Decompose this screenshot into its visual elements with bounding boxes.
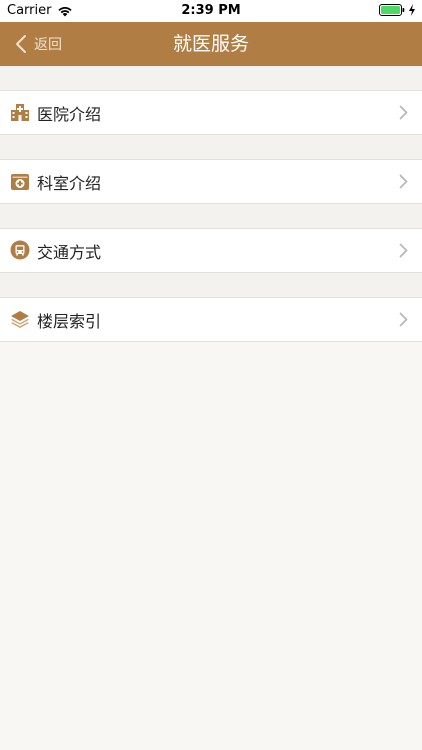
hospital-icon xyxy=(11,104,29,121)
menu-item-hospital-intro[interactable]: 医院介绍 xyxy=(0,90,422,135)
section-divider xyxy=(0,135,422,159)
chevron-right-icon xyxy=(399,174,408,189)
menu-item-label: 楼层索引 xyxy=(37,311,102,331)
layers-icon xyxy=(11,311,29,328)
section-divider xyxy=(0,66,422,90)
bus-icon xyxy=(10,240,30,260)
menu-item-floor-index[interactable]: 楼层索引 xyxy=(0,297,422,342)
menu-item-label: 医院介绍 xyxy=(37,104,102,124)
menu-item-label: 科室介绍 xyxy=(37,173,102,193)
chevron-right-icon xyxy=(399,312,408,327)
chevron-right-icon xyxy=(399,105,408,120)
menu-item-label: 交通方式 xyxy=(37,242,102,262)
charging-bolt-icon xyxy=(409,4,415,16)
battery-icon xyxy=(379,4,405,16)
service-menu-list: 医院介绍 科室介绍 交通方式 楼层索引 xyxy=(0,66,422,342)
status-right xyxy=(379,4,416,16)
menu-item-transportation[interactable]: 交通方式 xyxy=(0,228,422,273)
section-divider xyxy=(0,204,422,228)
medical-kit-icon xyxy=(11,174,29,190)
status-bar: Carrier 2:39 PM xyxy=(0,0,422,22)
navigation-bar: 返回 就医服务 xyxy=(0,22,422,66)
section-divider xyxy=(0,273,422,297)
menu-item-department-intro[interactable]: 科室介绍 xyxy=(0,159,422,204)
page-title: 就医服务 xyxy=(172,33,249,55)
status-time: 2:39 PM xyxy=(181,3,241,18)
chevron-right-icon xyxy=(399,243,408,258)
